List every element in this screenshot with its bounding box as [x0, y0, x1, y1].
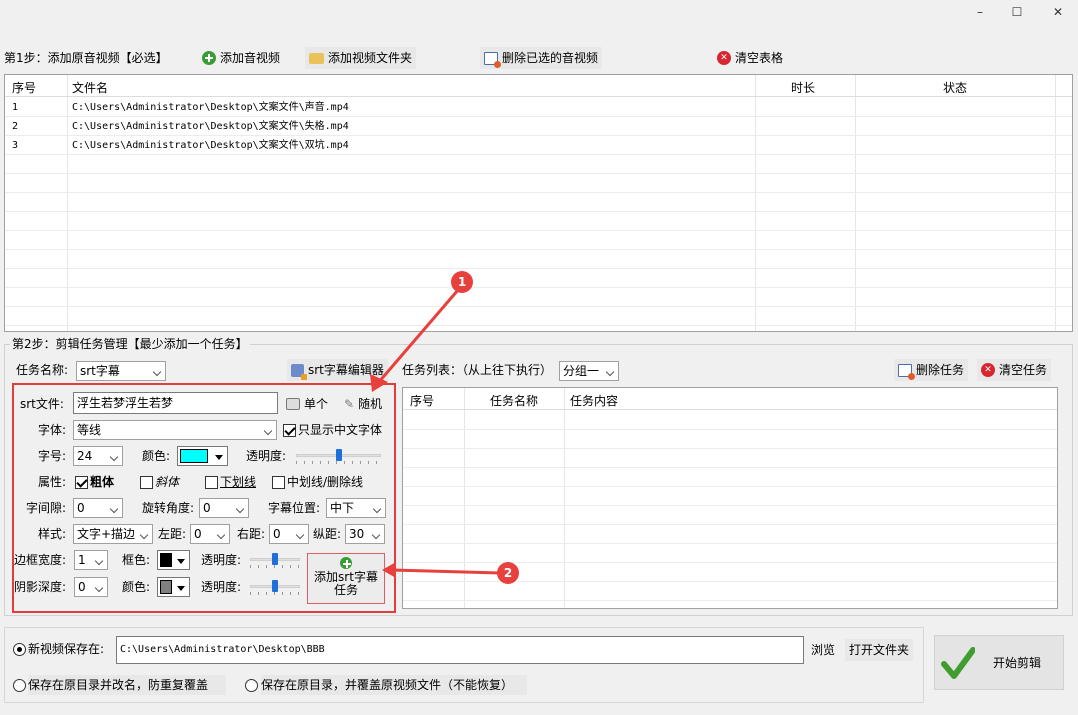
save-new-label: 新视频保存在:	[28, 642, 105, 656]
start-label: 开始剪辑	[993, 656, 1042, 670]
callout-badge-2: 2	[497, 562, 519, 584]
open-folder-label: 打开文件夹	[849, 643, 910, 657]
overwrite-option-label: 保存在原目录，并覆盖原视频文件（不能恢复）	[261, 675, 528, 695]
save-new-radio[interactable]	[13, 643, 26, 656]
overwrite-radio[interactable]	[245, 679, 258, 692]
open-folder-button[interactable]: 打开文件夹	[845, 639, 914, 661]
callout-arrows	[370, 289, 501, 578]
browse-button[interactable]: 浏览	[807, 639, 839, 661]
rename-option-label: 保存在原目录并改名，防重复覆盖	[28, 675, 227, 695]
browse-label: 浏览	[811, 643, 836, 657]
checkmark-icon	[941, 646, 975, 679]
callout-badge-1: 1	[451, 271, 473, 293]
rename-radio[interactable]	[13, 679, 26, 692]
save-path-input[interactable]: C:\Users\Administrator\Desktop\BBB	[116, 636, 804, 664]
start-button[interactable]: 开始剪辑	[934, 635, 1064, 690]
